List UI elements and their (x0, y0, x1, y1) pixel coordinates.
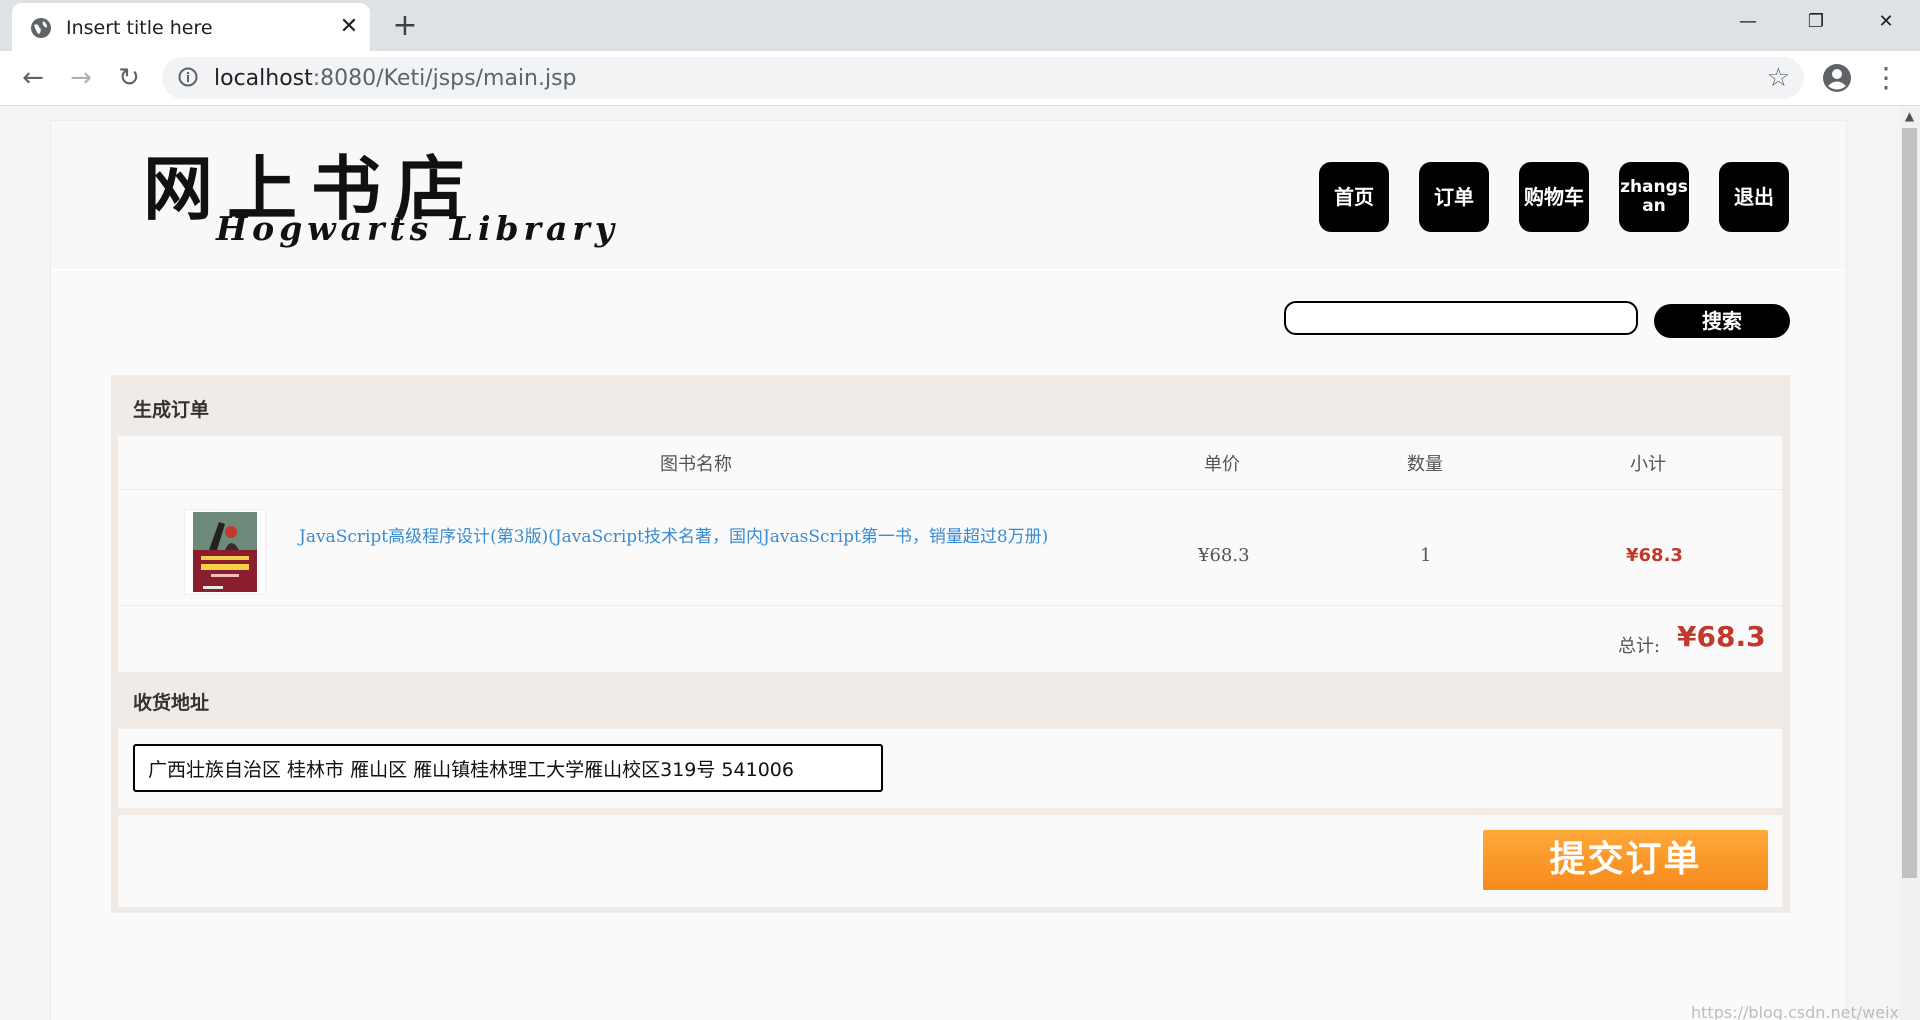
nav-home-button[interactable]: 首页 (1319, 162, 1389, 232)
address-bar[interactable]: localhost:8080/Keti/jsps/main.jsp ☆ (162, 57, 1804, 99)
site-header: 网上书店 Hogwarts Library 首页 订单 购物车 zhangsan… (51, 121, 1846, 271)
close-window-icon[interactable]: ✕ (1856, 4, 1916, 40)
back-icon[interactable]: ← (16, 61, 50, 95)
page-container: 网上书店 Hogwarts Library 首页 订单 购物车 zhangsan… (50, 120, 1899, 1020)
search-input[interactable] (1284, 301, 1638, 335)
address-panel: 广西壮族自治区 桂林市 雁山区 雁山镇桂林理工大学雁山校区319号 541006 (118, 729, 1782, 808)
reload-icon[interactable]: ↻ (112, 61, 146, 95)
restore-icon[interactable]: ❐ (1786, 4, 1846, 40)
close-tab-icon[interactable]: ✕ (336, 14, 362, 40)
total-label: 总计: (1618, 636, 1661, 657)
url-text: localhost:8080/Keti/jsps/main.jsp (214, 66, 577, 91)
menu-kebab-icon[interactable]: ⋮ (1872, 61, 1900, 95)
browser-toolbar: ← → ↻ localhost:8080/Keti/jsps/main.jsp … (0, 51, 1920, 106)
item-quantity: 1 (1420, 545, 1432, 566)
forward-icon[interactable]: → (64, 61, 98, 95)
profile-icon[interactable] (1822, 63, 1852, 93)
nav-orders-button[interactable]: 订单 (1419, 162, 1489, 232)
page-scrollbar[interactable]: ▲ (1899, 106, 1920, 1020)
browser-tabstrip: Insert title here ✕ + — ❐ ✕ (0, 0, 1920, 51)
col-header-book-name: 图书名称 (660, 454, 732, 475)
minimize-icon[interactable]: — (1718, 4, 1778, 40)
page-viewport: 网上书店 Hogwarts Library 首页 订单 购物车 zhangsan… (0, 106, 1899, 1020)
watermark-text: https://blog.csdn.net/weixin_51063573 (1691, 1003, 1899, 1020)
search-button[interactable]: 搜索 (1654, 304, 1790, 338)
order-form: 生成订单 图书名称 单价 数量 小计 JavaScript高级程序设计(第3版)… (111, 375, 1790, 913)
row-divider (118, 605, 1782, 606)
col-header-subtotal: 小计 (1630, 454, 1666, 475)
scroll-thumb[interactable] (1902, 128, 1917, 878)
item-subtotal: ¥68.3 (1626, 545, 1683, 566)
address-section-title: 收货地址 (133, 692, 210, 714)
new-tab-icon[interactable]: + (388, 9, 422, 43)
nav-cart-button[interactable]: 购物车 (1519, 162, 1589, 232)
bookmark-star-icon[interactable]: ☆ (1767, 63, 1790, 93)
globe-icon (31, 18, 51, 38)
info-icon[interactable] (178, 67, 198, 87)
logo-english: Hogwarts Library (216, 209, 619, 248)
nav-user-button[interactable]: zhangsan (1619, 162, 1689, 232)
item-price: ¥68.3 (1198, 545, 1250, 566)
col-header-price: 单价 (1204, 454, 1240, 475)
tab-title: Insert title here (66, 17, 213, 39)
submit-panel: 提交订单 (118, 815, 1782, 907)
scroll-up-arrow-icon[interactable]: ▲ (1899, 106, 1920, 126)
submit-order-button[interactable]: 提交订单 (1483, 830, 1768, 890)
address-input[interactable]: 广西壮族自治区 桂林市 雁山区 雁山镇桂林理工大学雁山校区319号 541006 (133, 744, 883, 792)
row-divider (118, 489, 1782, 490)
order-table: 图书名称 单价 数量 小计 JavaScript高级程序设计(第3版)(Java… (118, 436, 1782, 672)
book-title-link[interactable]: JavaScript高级程序设计(第3版)(JavaScript技术名著，国内J… (299, 526, 1109, 548)
order-section-title: 生成订单 (133, 399, 210, 421)
total-value: ¥68.3 (1677, 620, 1766, 653)
browser-tab[interactable]: Insert title here ✕ (12, 3, 370, 51)
book-cover-image[interactable] (184, 509, 266, 595)
nav-logout-button[interactable]: 退出 (1719, 162, 1789, 232)
col-header-quantity: 数量 (1407, 454, 1443, 475)
